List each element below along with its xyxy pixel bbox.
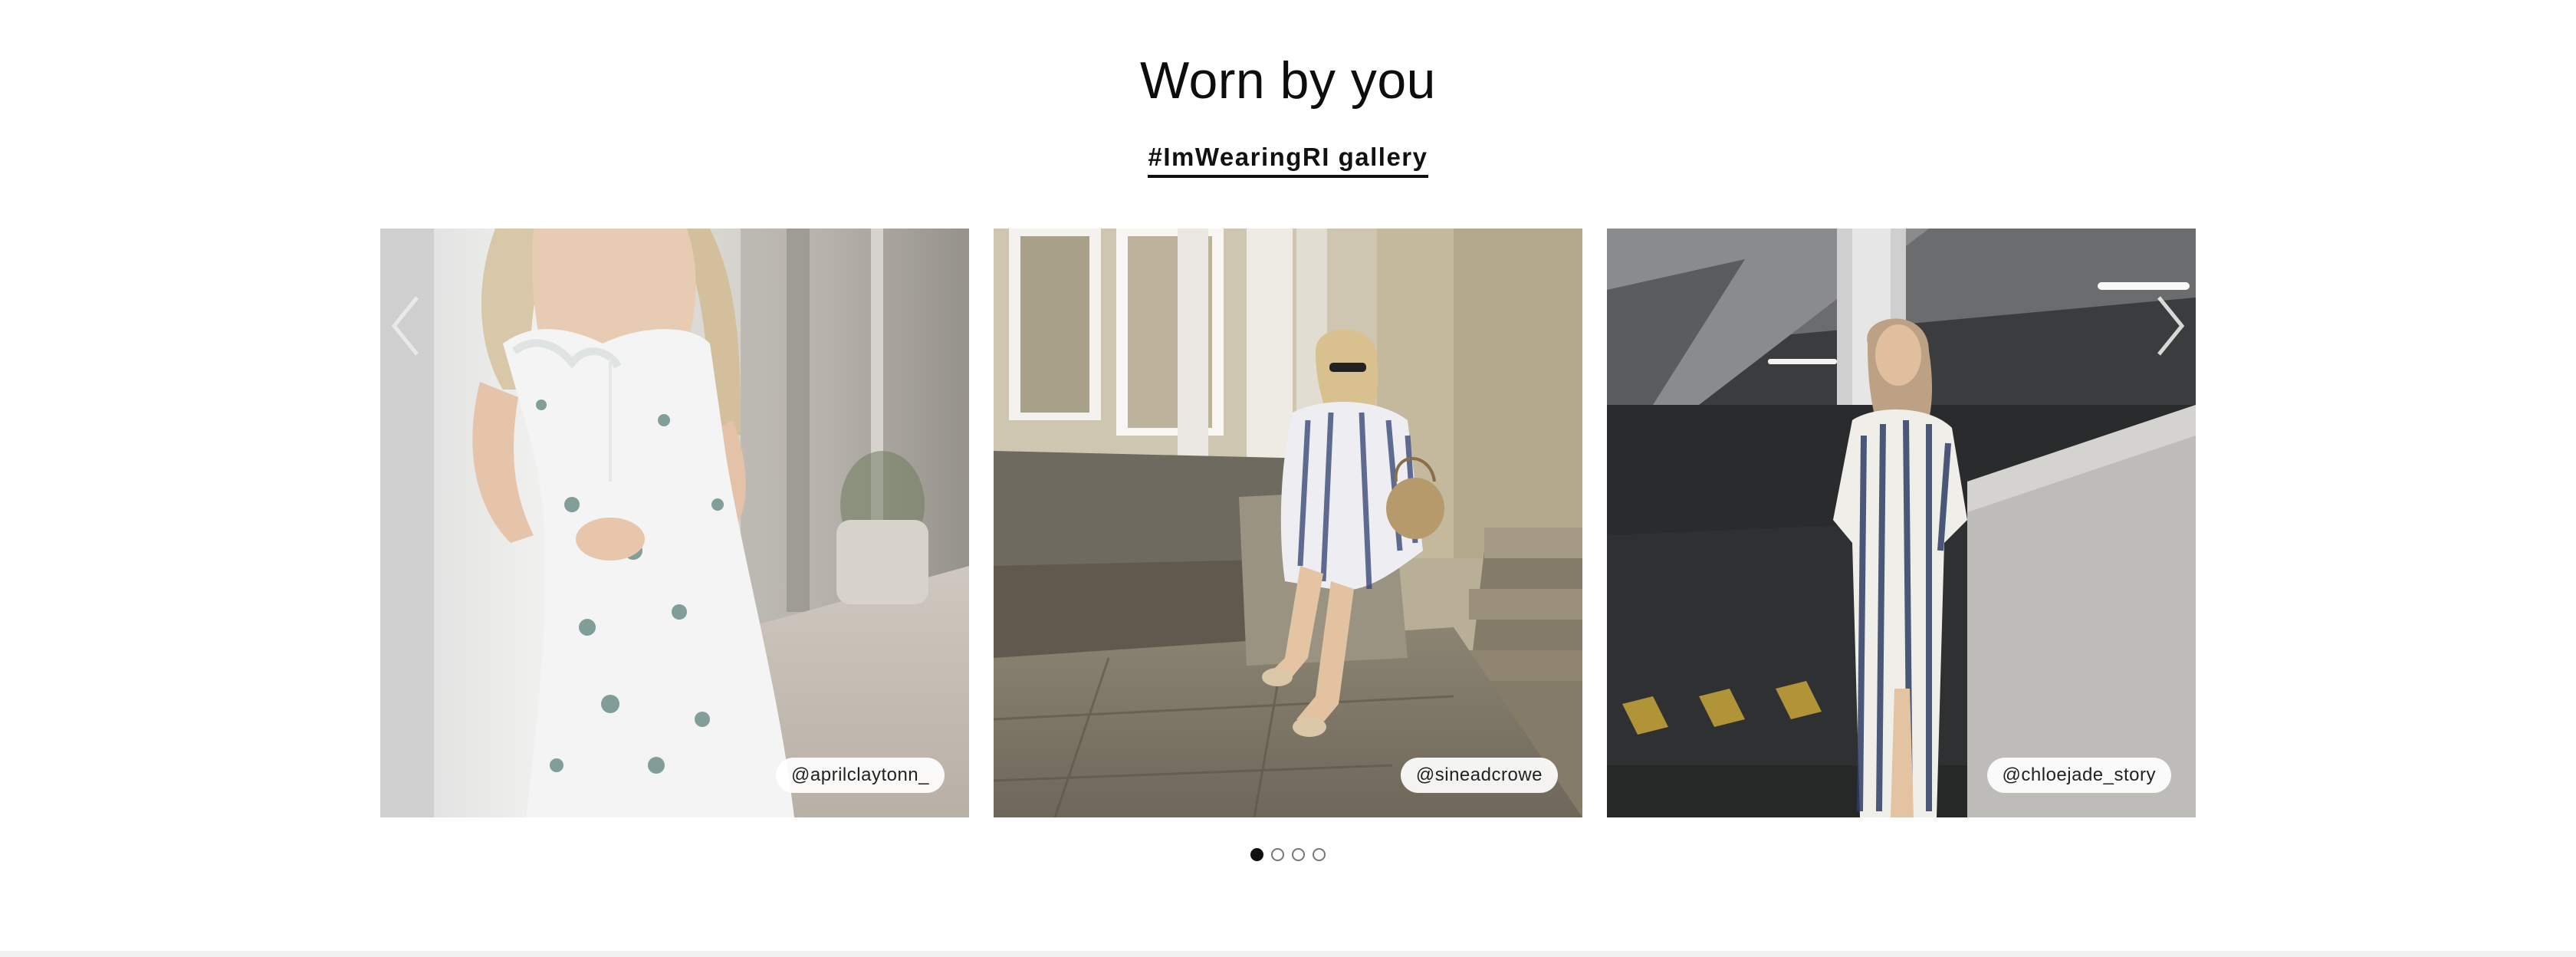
carousel-card[interactable]: @sineadcrowe — [994, 229, 1582, 817]
pagination-dot[interactable] — [1271, 848, 1284, 861]
ugc-carousel: @aprilclaytonn_ @sineadcrowe @chloejade_… — [380, 229, 2196, 817]
chevron-right-icon — [2157, 296, 2185, 356]
user-handle[interactable]: @aprilclaytonn_ — [776, 758, 945, 793]
carousel-card[interactable]: @chloejade_story — [1607, 229, 2196, 817]
gallery-link[interactable]: #ImWearingRI gallery — [1148, 143, 1428, 178]
user-handle[interactable]: @chloejade_story — [1986, 758, 2171, 793]
carousel-card[interactable]: @aprilclaytonn_ — [380, 229, 969, 817]
user-handle[interactable]: @sineadcrowe — [1400, 758, 1558, 793]
ugc-photo — [380, 229, 969, 817]
ugc-photo — [1607, 229, 2196, 817]
section-title: Worn by you — [1140, 51, 1436, 110]
pagination-dot[interactable] — [1250, 848, 1263, 861]
carousel-prev-button[interactable] — [383, 291, 429, 360]
ugc-photo — [994, 229, 1582, 817]
carousel-pagination — [0, 848, 2576, 861]
chevron-left-icon — [391, 296, 419, 356]
pagination-dot[interactable] — [1313, 848, 1326, 861]
gallery-link-wrapper: #ImWearingRI gallery — [0, 143, 2576, 178]
carousel-next-button[interactable] — [2147, 291, 2193, 360]
pagination-dot[interactable] — [1292, 848, 1305, 861]
worn-by-you-section: Worn by you #ImWearingRI gallery @aprilc… — [0, 0, 2576, 951]
section-divider — [0, 951, 2576, 957]
